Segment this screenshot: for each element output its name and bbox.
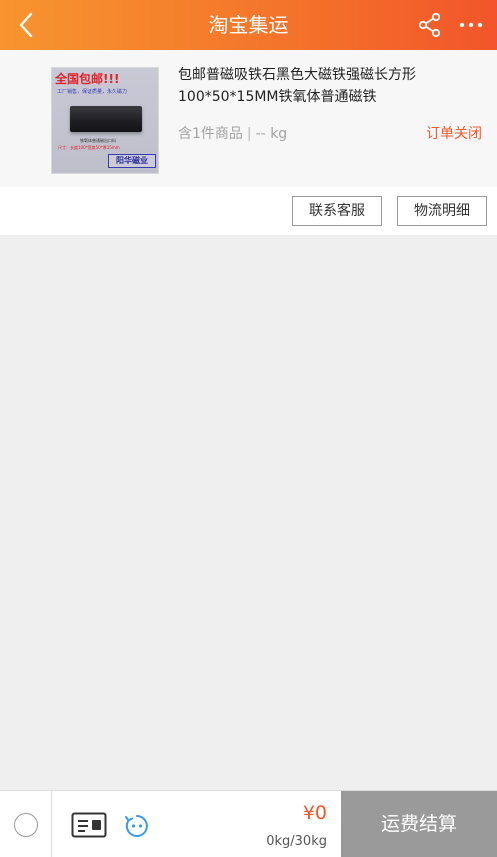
header-bar: 淘宝集运 [0, 0, 497, 50]
service-robot-icon [125, 815, 148, 837]
chevron-left-icon [19, 12, 33, 38]
select-all-radio[interactable] [14, 813, 38, 837]
meta-divider: | [246, 126, 252, 142]
id-card-button[interactable] [71, 812, 107, 838]
total-weight: 0kg/30kg [266, 834, 327, 849]
item-count: 含1件商品 [178, 126, 243, 142]
more-button[interactable] [454, 10, 488, 40]
share-button[interactable] [414, 10, 446, 40]
product-meta: 含1件商品 | -- kg [178, 123, 287, 143]
total-price: ¥0 [302, 802, 327, 824]
logistics-detail-button[interactable]: 物流明细 [397, 196, 487, 226]
item-weight: -- kg [255, 126, 288, 142]
product-image-caption: 工厂销售，保证质量，永久磁力 [57, 89, 128, 95]
share-icon [418, 12, 441, 38]
customer-service-button[interactable] [122, 811, 152, 841]
product-card[interactable]: 全国包邮!!! 工厂销售，保证质量，永久磁力 铁氧体普通磁出口料 尺寸：长度10… [0, 50, 497, 187]
product-image[interactable]: 全国包邮!!! 工厂销售，保证质量，永久磁力 铁氧体普通磁出口料 尺寸：长度10… [51, 67, 159, 174]
product-image-stamp: 阳华磁业 [108, 154, 156, 168]
more-dots-icon [459, 22, 483, 28]
bottom-divider [51, 791, 52, 857]
product-image-banner: 全国包邮!!! [55, 72, 120, 86]
product-title[interactable]: 包邮普磁吸铁石黑色大磁铁强磁长方形100*50*15MM铁氧体普通磁铁 [178, 64, 484, 108]
order-status: 订单关闭 [426, 126, 482, 142]
checkout-button[interactable]: 运费结算 [341, 791, 497, 857]
bottom-bar: ¥0 0kg/30kg 运费结算 [0, 790, 497, 857]
id-card-icon [71, 812, 107, 838]
app-root: 淘宝集运 全国包邮!!! 工厂销售，保证质量，永久磁力 铁氧体普通磁出口料 尺寸… [0, 0, 497, 857]
contact-service-button[interactable]: 联系客服 [292, 196, 382, 226]
order-actions: 联系客服 物流明细 [0, 187, 497, 235]
back-button[interactable] [10, 8, 42, 42]
magnet-picture [70, 106, 142, 132]
product-image-size: 尺寸：长度100*宽度50*厚15mm [58, 145, 120, 150]
product-image-caption-2: 铁氧体普通磁出口料 [80, 138, 116, 143]
